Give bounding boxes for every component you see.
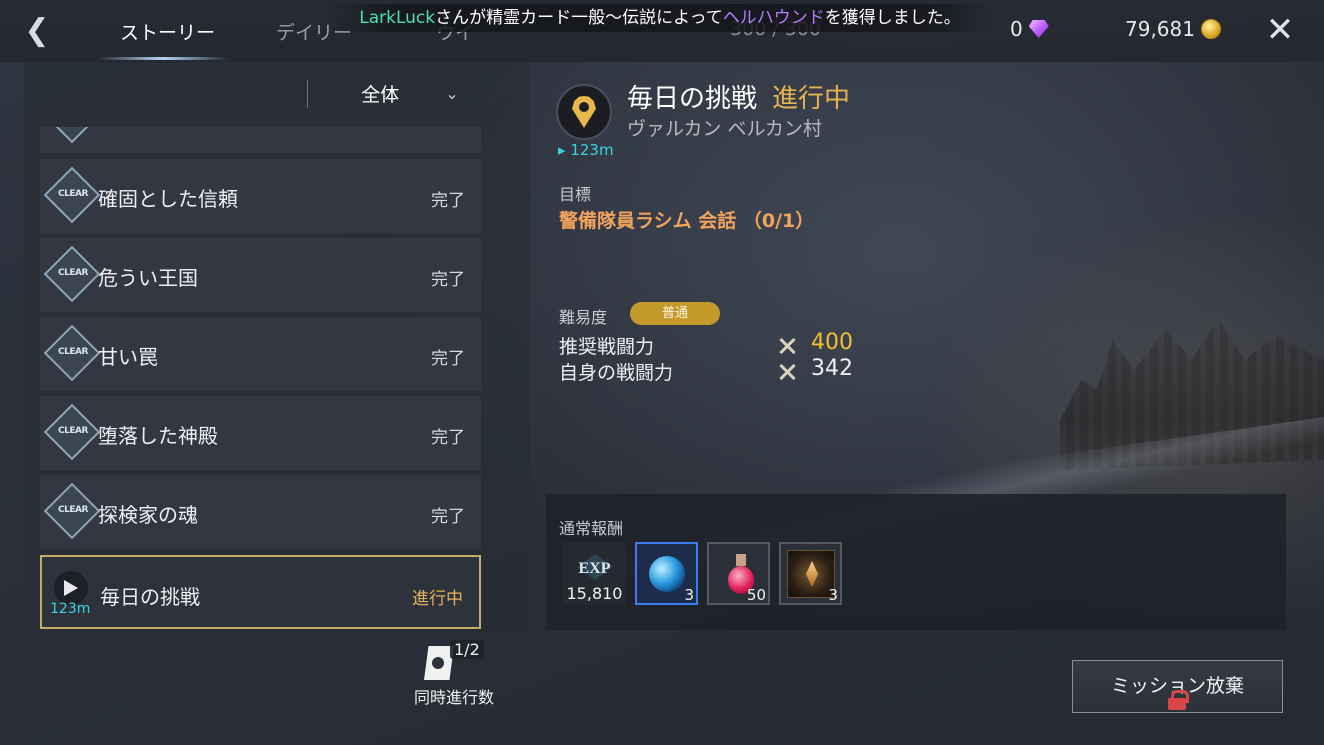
quest-status: 完了 bbox=[431, 349, 465, 369]
quest-title: 確固とした信頼 bbox=[98, 187, 238, 211]
objective-text: 警備隊員ラシム 会話 （0/1） bbox=[559, 210, 815, 232]
exp-value: 15,810 bbox=[566, 584, 623, 603]
quest-title: 毎日の挑戦 bbox=[100, 585, 200, 609]
quest-status: 進行中 bbox=[412, 589, 463, 609]
gem-amount: 0 bbox=[1010, 17, 1023, 41]
detail-distance: ▸ 123m bbox=[558, 141, 614, 159]
chevron-down-icon: ⌄ bbox=[445, 83, 459, 103]
detail-location: ヴァルカン ベルカン村 bbox=[627, 118, 822, 140]
back-arrow-icon[interactable]: ❮ bbox=[20, 14, 54, 48]
gold-amount: 79,681 bbox=[1125, 17, 1195, 41]
quest-status: 完了 bbox=[431, 428, 465, 448]
reward-item[interactable]: 3 bbox=[779, 542, 842, 605]
list-item[interactable]: CLEAR 甘い罠 完了 bbox=[40, 317, 481, 391]
clear-badge-label: CLEAR bbox=[58, 426, 88, 436]
clear-badge-label: CLEAR bbox=[58, 189, 88, 199]
quest-distance: 123m bbox=[50, 601, 91, 617]
difficulty-badge: 普通 bbox=[630, 302, 720, 325]
tab-story[interactable]: ストーリー bbox=[120, 18, 215, 45]
list-item[interactable]: CLEAR 確固とした信頼 完了 bbox=[40, 159, 481, 233]
own-power-label: 自身の戦闘力 bbox=[559, 362, 674, 384]
quest-list[interactable]: CLEAR 確固とした信頼 完了 CLEAR 危うい王国 完了 CLEAR 甘い… bbox=[40, 127, 482, 632]
location-pin-icon[interactable] bbox=[556, 84, 612, 140]
active-tab-indicator bbox=[98, 57, 228, 60]
ticker-player-name: LarkLuck bbox=[359, 8, 436, 28]
crossed-swords-icon bbox=[777, 336, 797, 356]
own-power-value: 342 bbox=[811, 356, 853, 381]
top-bar: ❮ ストーリー デイリー ウイ 300 / 300 LarkLuckさんが精霊カ… bbox=[0, 0, 1324, 62]
blue-orb-icon bbox=[649, 556, 685, 592]
parallel-label: 同時進行数 bbox=[413, 688, 494, 707]
reward-item[interactable]: 3 bbox=[635, 542, 698, 605]
filter-divider bbox=[307, 80, 308, 108]
list-item-partial[interactable] bbox=[40, 127, 481, 153]
list-item[interactable]: CLEAR 危うい王国 完了 bbox=[40, 238, 481, 312]
clear-badge-icon bbox=[43, 127, 101, 144]
exp-label: EXP bbox=[578, 560, 611, 577]
ticker-text-end: を獲得しました。 bbox=[824, 8, 961, 28]
system-announcement-ticker: LarkLuckさんが精霊カード一般～伝説によってヘルハウンドを獲得しました。 bbox=[330, 4, 990, 32]
gold-coin-icon bbox=[1200, 19, 1221, 39]
parallel-count: 1/2 bbox=[450, 640, 484, 659]
quest-status: 完了 bbox=[431, 270, 465, 290]
crossed-swords-icon bbox=[777, 362, 797, 382]
gem-currency: 0 bbox=[1010, 17, 1049, 41]
recommended-power-value: 400 bbox=[811, 330, 853, 355]
reward-quantity: 3 bbox=[828, 586, 838, 604]
quest-title: 甘い罠 bbox=[98, 345, 158, 369]
parallel-progress-button[interactable]: 1/2 同時進行数 bbox=[406, 640, 502, 708]
detail-state: 進行中 bbox=[772, 84, 851, 114]
exp-reward[interactable]: EXP 15,810 bbox=[563, 542, 626, 605]
clear-badge-label: CLEAR bbox=[58, 347, 88, 357]
filter-label: 全体 bbox=[361, 83, 400, 106]
reward-label: 通常報酬 bbox=[559, 519, 624, 538]
list-item-active[interactable]: 123m 毎日の挑戦 進行中 bbox=[40, 555, 481, 629]
quest-title: 危うい王国 bbox=[98, 266, 198, 290]
reward-quantity: 50 bbox=[746, 586, 766, 604]
list-item[interactable]: CLEAR 堕落した神殿 完了 bbox=[40, 396, 481, 470]
reward-item[interactable]: 50 bbox=[707, 542, 770, 605]
reward-quantity: 3 bbox=[684, 586, 694, 604]
navigation-arrow-icon bbox=[54, 571, 88, 605]
lock-icon bbox=[1166, 690, 1189, 710]
filter-dropdown[interactable]: 全体 ⌄ bbox=[320, 78, 500, 108]
recommended-power-label: 推奨戦闘力 bbox=[559, 336, 655, 358]
close-icon[interactable]: ✕ bbox=[1262, 12, 1298, 48]
clear-badge-label: CLEAR bbox=[58, 268, 88, 278]
gold-currency: 79,681 bbox=[1125, 17, 1221, 41]
detail-title: 毎日の挑戦 bbox=[627, 84, 758, 114]
quest-title: 探検家の魂 bbox=[98, 503, 198, 527]
objective-label: 目標 bbox=[559, 185, 592, 204]
clear-badge-label: CLEAR bbox=[58, 505, 88, 515]
ticker-text: さんが精霊カード一般～伝説によって bbox=[435, 8, 723, 28]
ticker-item-name: ヘルハウンド bbox=[722, 8, 825, 28]
quest-status: 完了 bbox=[431, 507, 465, 527]
list-item[interactable]: CLEAR 探検家の魂 完了 bbox=[40, 475, 481, 549]
difficulty-label: 難易度 bbox=[559, 308, 608, 327]
quest-status: 完了 bbox=[431, 191, 465, 211]
gem-icon bbox=[1028, 20, 1049, 38]
quest-title: 堕落した神殿 bbox=[98, 424, 218, 448]
